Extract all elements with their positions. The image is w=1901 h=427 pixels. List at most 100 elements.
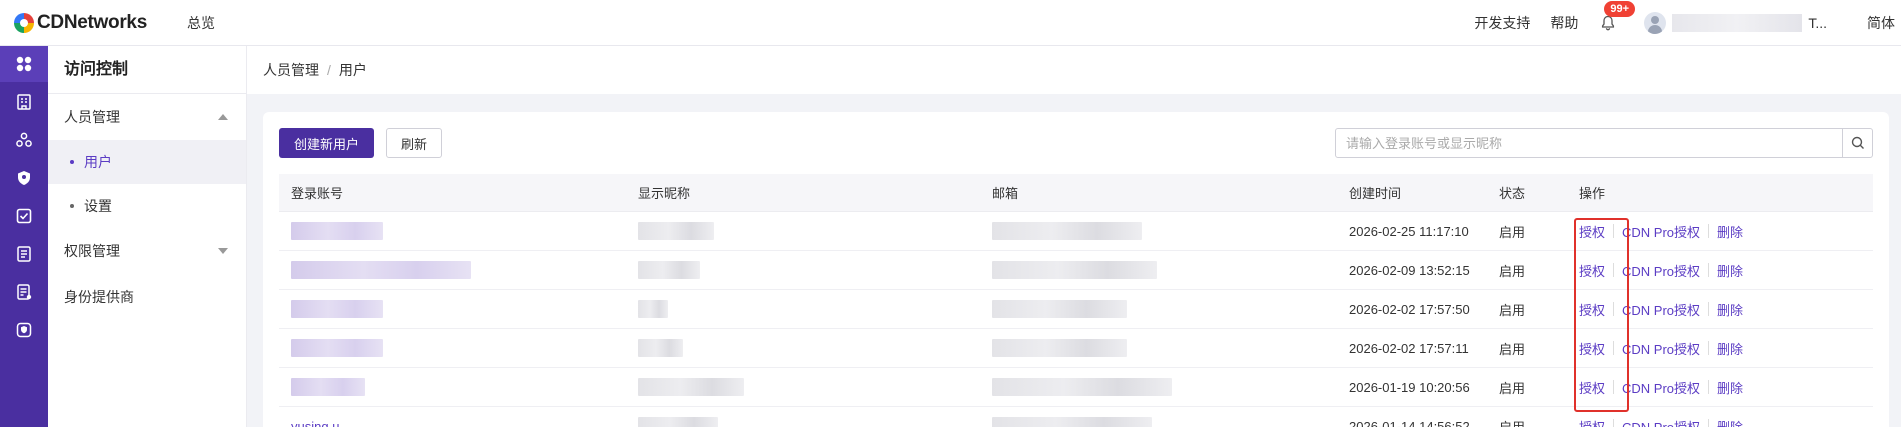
delete-link[interactable]: 删除 (1717, 300, 1743, 319)
created-time: 2026-02-09 13:52:15 (1349, 262, 1470, 278)
nav-overview[interactable]: 总览 (187, 13, 215, 33)
status-text: 启用 (1499, 380, 1526, 396)
sidebar-item-identity-provider[interactable]: 身份提供商 (48, 274, 246, 320)
cdn-pro-authorize-link[interactable]: CDN Pro授权 (1622, 417, 1700, 427)
help-link[interactable]: 帮助 (1550, 13, 1578, 33)
col-created: 创建时间 (1349, 186, 1402, 201)
authorize-link[interactable]: 授权 (1579, 339, 1605, 358)
divider (1613, 302, 1615, 316)
sidebar-title: 访问控制 (48, 46, 246, 94)
created-time: 2026-01-14 14:56:52 (1349, 418, 1470, 427)
sidebar-group-people[interactable]: 人员管理 (48, 94, 246, 140)
search-input[interactable] (1336, 129, 1842, 157)
sidebar-item-label: 身份提供商 (64, 289, 134, 305)
building-icon[interactable] (0, 84, 48, 120)
delete-link[interactable]: 删除 (1717, 222, 1743, 241)
divider (1708, 380, 1710, 394)
redacted-email (992, 417, 1152, 427)
apps-icon[interactable] (0, 46, 48, 82)
authorize-link[interactable]: 授权 (1579, 222, 1605, 241)
delete-link[interactable]: 删除 (1717, 378, 1743, 397)
table-row: 2026-02-02 17:57:11 启用 授权 CDN Pro授权 删除 (279, 329, 1873, 368)
cdn-pro-authorize-link[interactable]: CDN Pro授权 (1622, 339, 1700, 358)
user-list-card: 创建新用户 刷新 登录账号 显示昵称 邮箱 创建时间 状态 操作 2026-02… (263, 112, 1889, 427)
user-avatar[interactable] (1644, 12, 1667, 34)
row-actions: 授权 CDN Pro授权 删除 (1573, 378, 1873, 397)
logo[interactable]: CDNetworks (14, 12, 147, 34)
redacted-email (992, 339, 1127, 357)
shield-user-icon[interactable] (0, 160, 48, 196)
checklist-icon[interactable] (0, 198, 48, 234)
breadcrumb-current: 用户 (338, 62, 367, 78)
divider (1708, 302, 1710, 316)
brand-logo-icon (14, 12, 34, 33)
create-user-button[interactable]: 创建新用户 (279, 128, 375, 158)
users-table: 登录账号 显示昵称 邮箱 创建时间 状态 操作 2026-02-25 11:17… (279, 174, 1873, 427)
language-switch[interactable]: 简体 (1867, 13, 1895, 33)
redacted-nickname (638, 339, 683, 357)
col-status: 状态 (1499, 186, 1526, 201)
authorize-link[interactable]: 授权 (1579, 378, 1605, 397)
cdn-pro-authorize-link[interactable]: CDN Pro授权 (1622, 300, 1700, 319)
redacted-login[interactable] (291, 222, 383, 240)
delete-link[interactable]: 删除 (1717, 261, 1743, 280)
status-text: 启用 (1499, 263, 1526, 279)
table-row: 2026-01-19 10:20:56 启用 授权 CDN Pro授权 删除 (279, 368, 1873, 407)
delete-link[interactable]: 删除 (1717, 417, 1743, 427)
document-icon[interactable] (0, 236, 48, 272)
notification-badge: 99+ (1604, 1, 1635, 17)
row-actions: 授权 CDN Pro授权 删除 (1573, 300, 1873, 319)
row-actions: 授权 CDN Pro授权 删除 (1573, 261, 1873, 280)
login-account[interactable]: yusing.u (291, 419, 339, 427)
row-actions: 授权 CDN Pro授权 删除 (1573, 339, 1873, 358)
delete-link[interactable]: 删除 (1717, 339, 1743, 358)
username-truncated[interactable]: T... (1808, 15, 1827, 31)
redacted-nickname (638, 417, 718, 427)
redacted-login[interactable] (291, 261, 471, 279)
sidebar-group-permissions[interactable]: 权限管理 (48, 228, 246, 274)
authorize-link[interactable]: 授权 (1579, 300, 1605, 319)
row-actions: 授权 CDN Pro授权 删除 (1573, 417, 1873, 427)
security-shield-icon[interactable] (0, 312, 48, 348)
divider (1613, 263, 1615, 277)
search-icon[interactable] (1842, 129, 1872, 157)
notification-bell-icon[interactable]: 99+ (1600, 1, 1635, 31)
redacted-login[interactable] (291, 378, 365, 396)
authorize-link[interactable]: 授权 (1579, 261, 1605, 280)
username-redacted[interactable] (1672, 14, 1803, 32)
table-row: 2026-02-02 17:57:50 启用 授权 CDN Pro授权 删除 (279, 290, 1873, 329)
sidebar-group-label: 人员管理 (64, 109, 120, 125)
redacted-login[interactable] (291, 339, 383, 357)
dev-support-link[interactable]: 开发支持 (1474, 13, 1530, 33)
sidebar-item-users[interactable]: 用户 (48, 140, 246, 184)
col-email: 邮箱 (992, 186, 1019, 201)
top-bar: CDNetworks 总览 开发支持 帮助 99+ T... 简体 (0, 0, 1901, 46)
status-text: 启用 (1499, 302, 1526, 318)
breadcrumb-separator: / (327, 62, 331, 78)
redacted-login[interactable] (291, 300, 383, 318)
col-nickname: 显示昵称 (638, 186, 691, 201)
divider (1613, 341, 1615, 355)
breadcrumb-parent[interactable]: 人员管理 (263, 60, 319, 80)
refresh-button[interactable]: 刷新 (386, 128, 443, 158)
icon-rail (0, 46, 48, 427)
cdn-pro-authorize-link[interactable]: CDN Pro授权 (1622, 261, 1700, 280)
redacted-email (992, 378, 1172, 396)
col-login: 登录账号 (291, 186, 344, 201)
cdn-pro-authorize-link[interactable]: CDN Pro授权 (1622, 222, 1700, 241)
sidebar-item-settings[interactable]: 设置 (48, 184, 246, 228)
redacted-nickname (638, 261, 700, 279)
divider (1613, 224, 1615, 238)
cdn-pro-authorize-link[interactable]: CDN Pro授权 (1622, 378, 1700, 397)
table-row: 2026-02-25 11:17:10 启用 授权 CDN Pro授权 删除 (279, 212, 1873, 251)
table-header: 登录账号 显示昵称 邮箱 创建时间 状态 操作 (279, 174, 1873, 212)
chevron-down-icon (218, 248, 228, 254)
created-time: 2026-02-25 11:17:10 (1349, 223, 1469, 239)
table-row: 2026-02-09 13:52:15 启用 授权 CDN Pro授权 删除 (279, 251, 1873, 290)
nodes-icon[interactable] (0, 122, 48, 158)
sidebar: 访问控制 人员管理 用户 设置 权限管理 身份提供商 (48, 46, 247, 427)
report-icon[interactable] (0, 274, 48, 310)
divider (1708, 263, 1710, 277)
authorize-link[interactable]: 授权 (1579, 417, 1605, 427)
row-actions: 授权 CDN Pro授权 删除 (1573, 222, 1873, 241)
